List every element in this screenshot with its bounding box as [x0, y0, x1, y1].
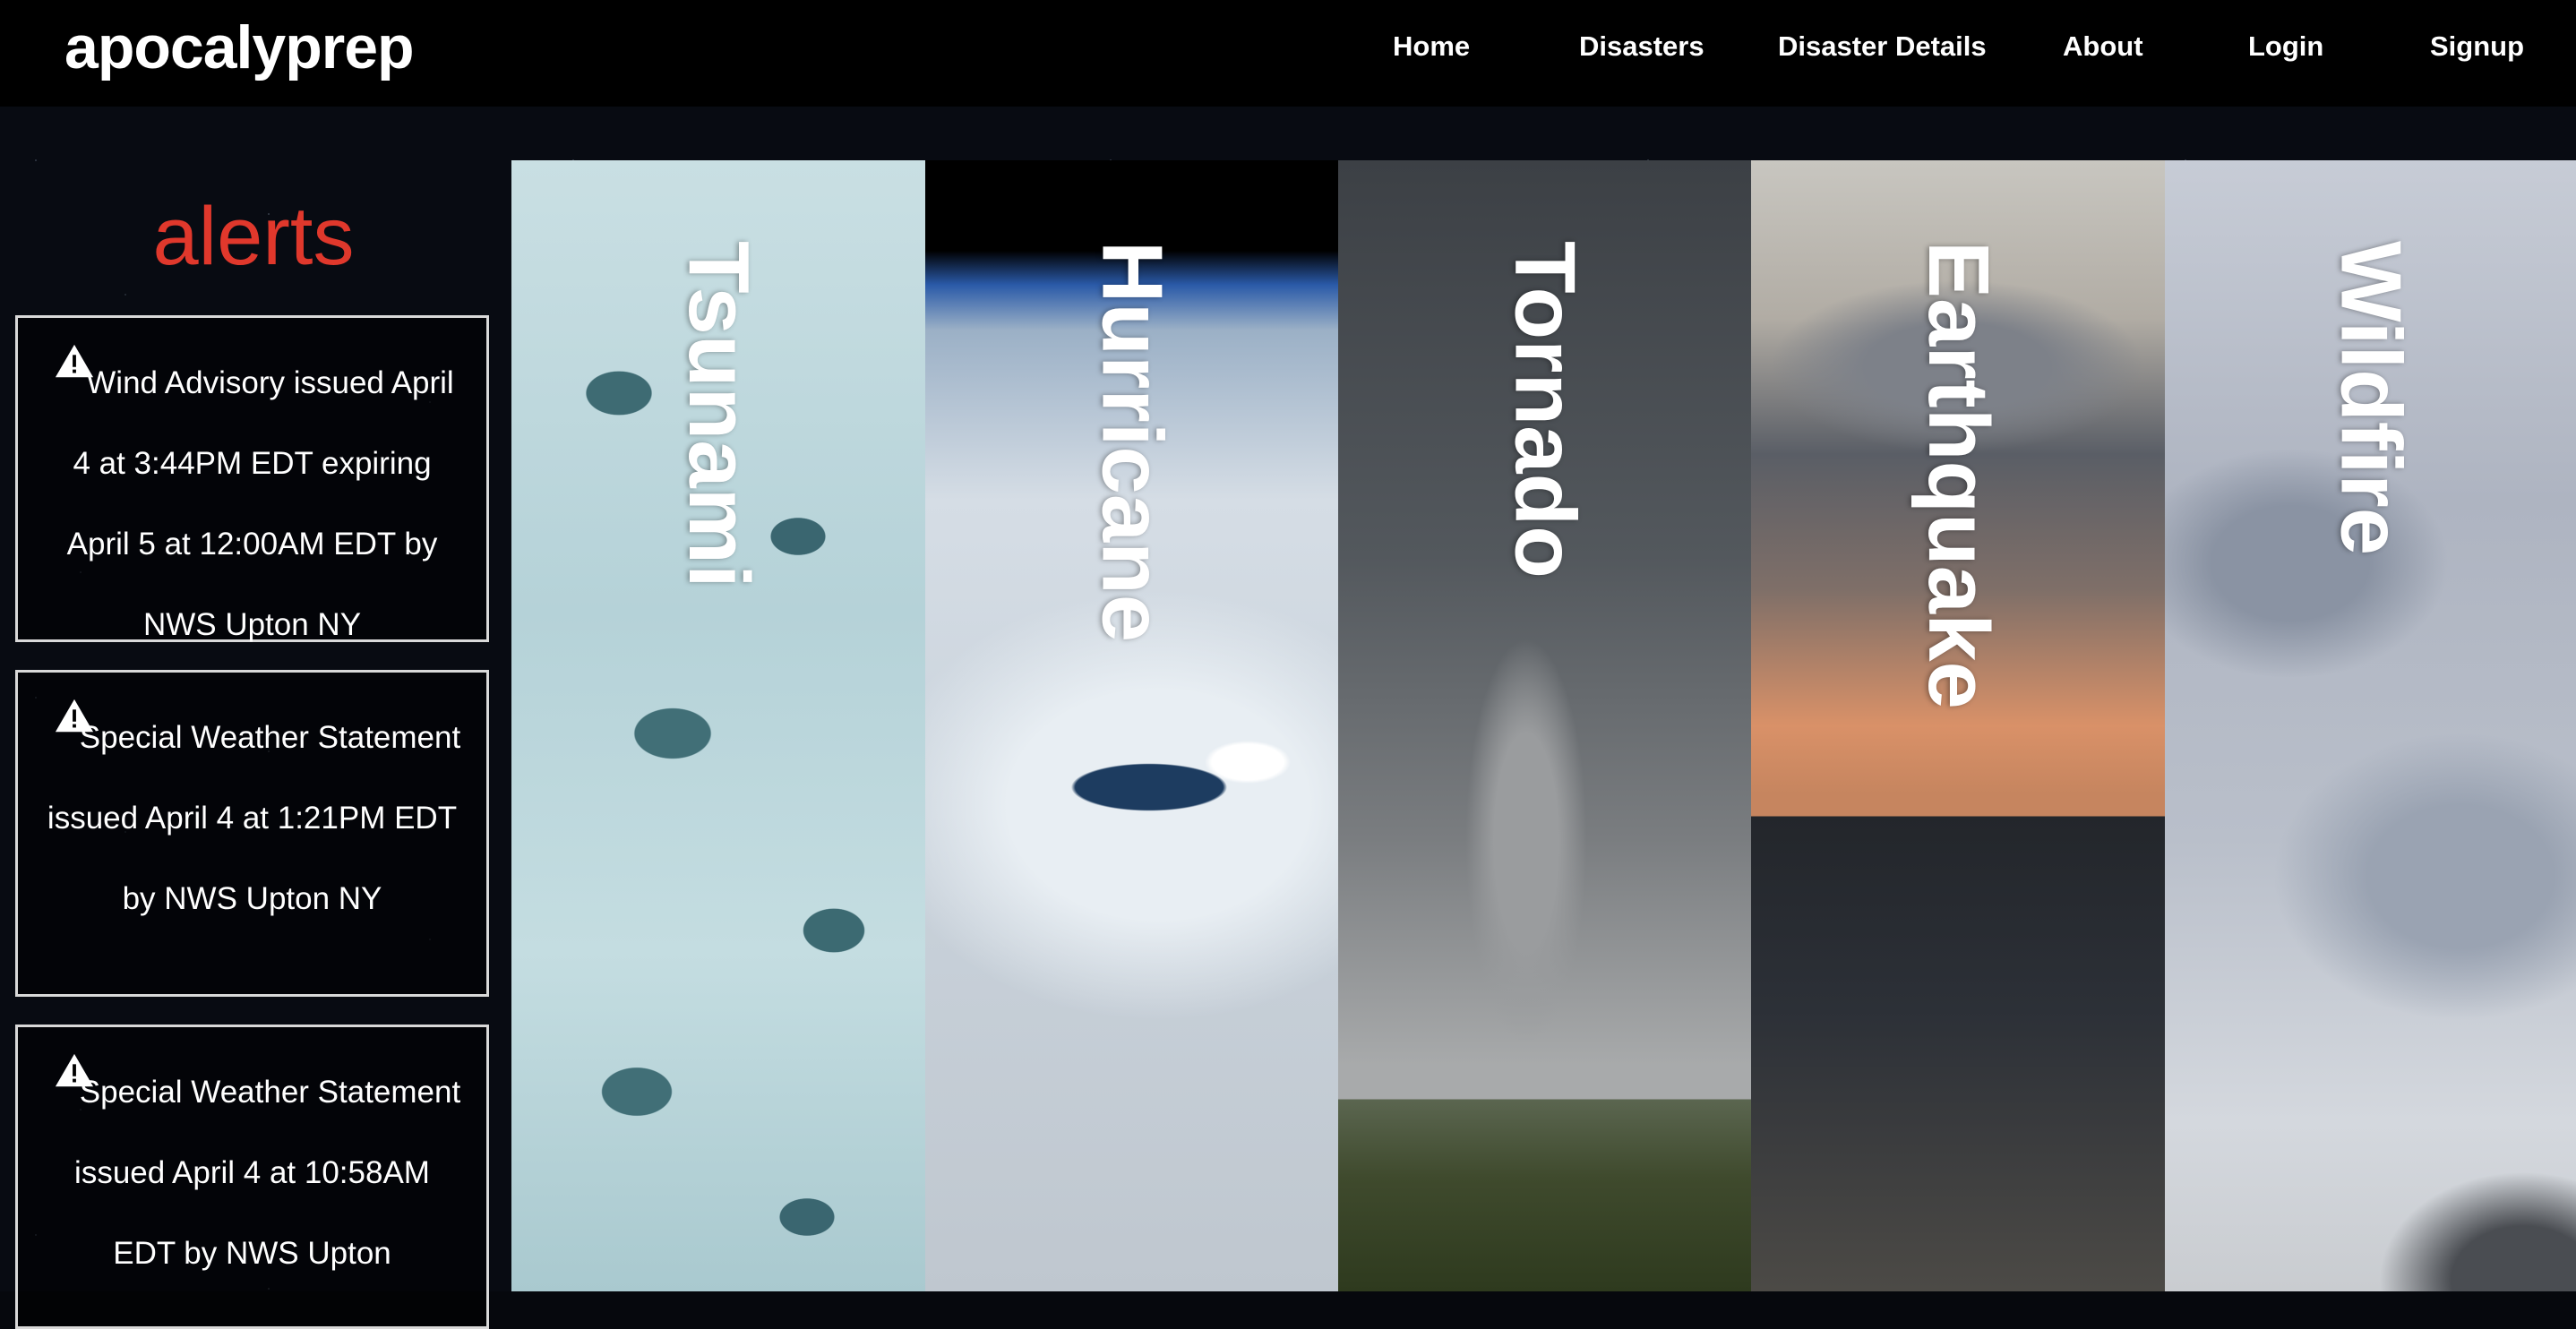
nav-signup-link[interactable]: Signup — [2430, 30, 2524, 63]
disaster-panel-tornado[interactable]: Tornado — [1338, 160, 1751, 1291]
warning-icon — [55, 699, 94, 733]
disaster-panel-wildfire[interactable]: Wildfire — [2165, 160, 2576, 1291]
warning-icon — [55, 344, 94, 378]
nav-disaster-details-link[interactable]: Disaster Details — [1778, 30, 1987, 63]
alert-text: Wind Advisory issued April 4 at 3:44PM E… — [66, 365, 454, 642]
alert-card[interactable]: Wind Advisory issued April 4 at 3:44PM E… — [15, 315, 489, 642]
disaster-panel-label: Hurricane — [1084, 241, 1181, 643]
disaster-panel-tsunami[interactable]: Tsunami — [511, 160, 925, 1291]
disaster-panel-label: Tsunami — [671, 241, 767, 588]
disaster-panel-label: Earthquake — [1911, 241, 2006, 709]
disaster-panel-earthquake[interactable]: Earthquake — [1751, 160, 2165, 1291]
alerts-heading: alerts — [152, 191, 355, 282]
disaster-panel-hurricane[interactable]: Hurricane — [925, 160, 1338, 1291]
alert-card[interactable]: Special Weather Statement issued April 4… — [15, 1025, 489, 1329]
top-navigation-bar: apocalyprep Home Disasters Disaster Deta… — [0, 0, 2576, 107]
disaster-panel-label: Wildfire — [2323, 241, 2419, 556]
nav-about-link[interactable]: About — [2063, 30, 2143, 63]
nav-disasters-link[interactable]: Disasters — [1579, 30, 1704, 63]
alert-text: Special Weather Statement issued April 4… — [74, 1075, 461, 1271]
disaster-panel-label: Tornado — [1497, 241, 1593, 579]
alert-text: Special Weather Statement issued April 4… — [47, 720, 461, 916]
nav-login-link[interactable]: Login — [2248, 30, 2323, 63]
warning-icon — [55, 1053, 94, 1087]
site-logo[interactable]: apocalyprep — [64, 13, 415, 82]
alert-card[interactable]: Special Weather Statement issued April 4… — [15, 670, 489, 997]
nav-home-link[interactable]: Home — [1393, 30, 1470, 63]
